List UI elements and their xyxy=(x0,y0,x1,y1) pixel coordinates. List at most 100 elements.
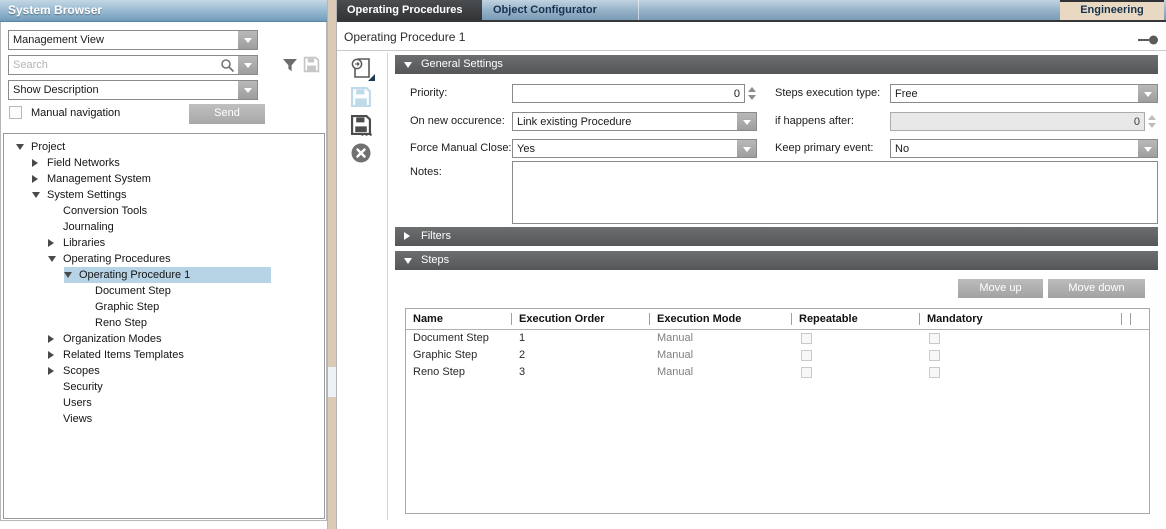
tree-item-content[interactable]: Organization Modes xyxy=(48,331,167,347)
tree-item-content[interactable]: Users xyxy=(48,395,98,411)
tree-item-journaling[interactable]: Journaling xyxy=(4,219,324,235)
chevron-down-icon[interactable] xyxy=(737,140,756,157)
tree-item-content[interactable]: Libraries xyxy=(48,235,111,251)
splitter-grip[interactable] xyxy=(328,367,336,397)
chevron-down-icon[interactable] xyxy=(1138,85,1157,102)
filters-header[interactable]: Filters xyxy=(395,227,1158,246)
tree-item-security[interactable]: Security xyxy=(4,379,324,395)
manual-navigation-checkbox[interactable] xyxy=(9,106,22,119)
collapse-arrow-icon[interactable] xyxy=(48,256,63,262)
expand-arrow-icon[interactable] xyxy=(404,232,410,240)
tree-item-content[interactable]: Graphic Step xyxy=(80,299,165,315)
tree-item-content[interactable]: Document Step xyxy=(80,283,177,299)
tree-item-graphic-step[interactable]: Graphic Step xyxy=(4,299,324,315)
chevron-down-icon[interactable] xyxy=(737,113,756,130)
tab-object-configurator[interactable]: Object Configurator xyxy=(483,0,639,20)
collapse-arrow-icon[interactable] xyxy=(64,272,79,278)
filter-icon[interactable] xyxy=(282,57,298,76)
column-header-name[interactable]: Name xyxy=(406,309,512,329)
tree-item-project[interactable]: Project xyxy=(4,139,324,155)
tree-item-content[interactable]: System Settings xyxy=(32,187,132,203)
priority-input[interactable] xyxy=(512,84,745,103)
new-procedure-icon[interactable] xyxy=(350,56,374,80)
tab-engineering[interactable]: Engineering xyxy=(1060,0,1164,20)
tree-item-content[interactable]: Conversion Tools xyxy=(48,203,153,219)
column-header-spacer[interactable] xyxy=(1131,309,1149,329)
notes-textarea[interactable] xyxy=(512,161,1158,224)
tree-item-content[interactable]: Journaling xyxy=(48,219,120,235)
repeatable-checkbox[interactable] xyxy=(801,350,812,361)
general-settings-header[interactable]: General Settings xyxy=(395,55,1158,74)
tree-item-content[interactable]: Field Networks xyxy=(32,155,126,171)
column-header-mandatory[interactable]: Mandatory xyxy=(920,309,1122,329)
search-input[interactable] xyxy=(9,56,217,74)
tree-item-management-system[interactable]: Management System xyxy=(4,171,324,187)
tree-item-views[interactable]: Views xyxy=(4,411,324,427)
tree-item-content[interactable]: Operating Procedure 1 xyxy=(64,267,271,283)
column-header-repeatable[interactable]: Repeatable xyxy=(792,309,920,329)
tree-item-content[interactable]: Management System xyxy=(32,171,157,187)
chevron-down-icon[interactable] xyxy=(238,31,257,49)
tree-item-operating-procedure-1[interactable]: Operating Procedure 1 xyxy=(4,267,324,283)
expand-arrow-icon[interactable] xyxy=(48,351,63,359)
tree-item-document-step[interactable]: Document Step xyxy=(4,283,324,299)
tree-item-content[interactable]: Security xyxy=(48,379,109,395)
tree-item-users[interactable]: Users xyxy=(4,395,324,411)
column-header-execution-order[interactable]: Execution Order xyxy=(512,309,650,329)
tree-item-conversion-tools[interactable]: Conversion Tools xyxy=(4,203,324,219)
table-row-document-step[interactable]: Document Step1Manual xyxy=(406,330,1149,347)
tree-item-related-items-templates[interactable]: Related Items Templates xyxy=(4,347,324,363)
tree-item-libraries[interactable]: Libraries xyxy=(4,235,324,251)
expand-arrow-icon[interactable] xyxy=(48,335,63,343)
chevron-down-icon[interactable] xyxy=(1138,140,1157,157)
tree-item-content[interactable]: Views xyxy=(48,411,98,427)
steps-execution-type-dropdown[interactable]: Free xyxy=(890,84,1158,103)
repeatable-checkbox[interactable] xyxy=(801,333,812,344)
chevron-down-icon[interactable] xyxy=(238,81,257,99)
tree-item-content[interactable]: Operating Procedures xyxy=(48,251,177,267)
move-down-button[interactable]: Move down xyxy=(1048,279,1145,298)
collapse-arrow-icon[interactable] xyxy=(16,144,31,150)
keep-primary-event-dropdown[interactable]: No xyxy=(890,139,1158,158)
search-options-chevron-icon[interactable] xyxy=(238,56,257,74)
display-mode-dropdown[interactable]: Show Description xyxy=(8,80,258,100)
tree-item-content[interactable]: Project xyxy=(16,139,71,155)
column-header-spacer[interactable] xyxy=(1122,309,1131,329)
expand-arrow-icon[interactable] xyxy=(48,367,63,375)
expand-arrow-icon[interactable] xyxy=(32,159,47,167)
on-new-occurence-dropdown[interactable]: Link existing Procedure xyxy=(512,112,757,131)
collapse-arrow-icon[interactable] xyxy=(32,192,47,198)
collapse-arrow-icon[interactable] xyxy=(404,258,412,264)
table-row-graphic-step[interactable]: Graphic Step2Manual xyxy=(406,347,1149,364)
send-button[interactable]: Send xyxy=(189,104,265,124)
spin-up-icon[interactable] xyxy=(748,87,756,92)
panel-splitter[interactable] xyxy=(327,0,337,529)
view-selector-dropdown[interactable]: Management View xyxy=(8,30,258,50)
move-up-button[interactable]: Move up xyxy=(958,279,1043,298)
mandatory-checkbox[interactable] xyxy=(929,333,940,344)
pin-icon[interactable] xyxy=(1137,35,1159,48)
tree-item-content[interactable]: Reno Step xyxy=(80,315,153,331)
collapse-arrow-icon[interactable] xyxy=(404,62,412,68)
tree-item-content[interactable]: Related Items Templates xyxy=(48,347,190,363)
save-as-icon[interactable] xyxy=(350,114,374,138)
tab-operating-procedures[interactable]: Operating Procedures xyxy=(337,0,482,20)
tree-item-content[interactable]: Scopes xyxy=(48,363,106,379)
mandatory-checkbox[interactable] xyxy=(929,367,940,378)
tree-item-scopes[interactable]: Scopes xyxy=(4,363,324,379)
expand-arrow-icon[interactable] xyxy=(32,175,47,183)
steps-header[interactable]: Steps xyxy=(395,251,1158,270)
search-icon[interactable] xyxy=(220,58,235,76)
repeatable-checkbox[interactable] xyxy=(801,367,812,378)
column-header-execution-mode[interactable]: Execution Mode xyxy=(650,309,792,329)
expand-arrow-icon[interactable] xyxy=(48,239,63,247)
discard-icon[interactable] xyxy=(350,142,374,166)
tree-item-reno-step[interactable]: Reno Step xyxy=(4,315,324,331)
mandatory-checkbox[interactable] xyxy=(929,350,940,361)
force-manual-close-dropdown[interactable]: Yes xyxy=(512,139,757,158)
table-row-reno-step[interactable]: Reno Step3Manual xyxy=(406,364,1149,381)
priority-spinner[interactable] xyxy=(747,84,756,103)
spin-down-icon[interactable] xyxy=(748,95,756,100)
tree-item-system-settings[interactable]: System Settings xyxy=(4,187,324,203)
tree-item-organization-modes[interactable]: Organization Modes xyxy=(4,331,324,347)
